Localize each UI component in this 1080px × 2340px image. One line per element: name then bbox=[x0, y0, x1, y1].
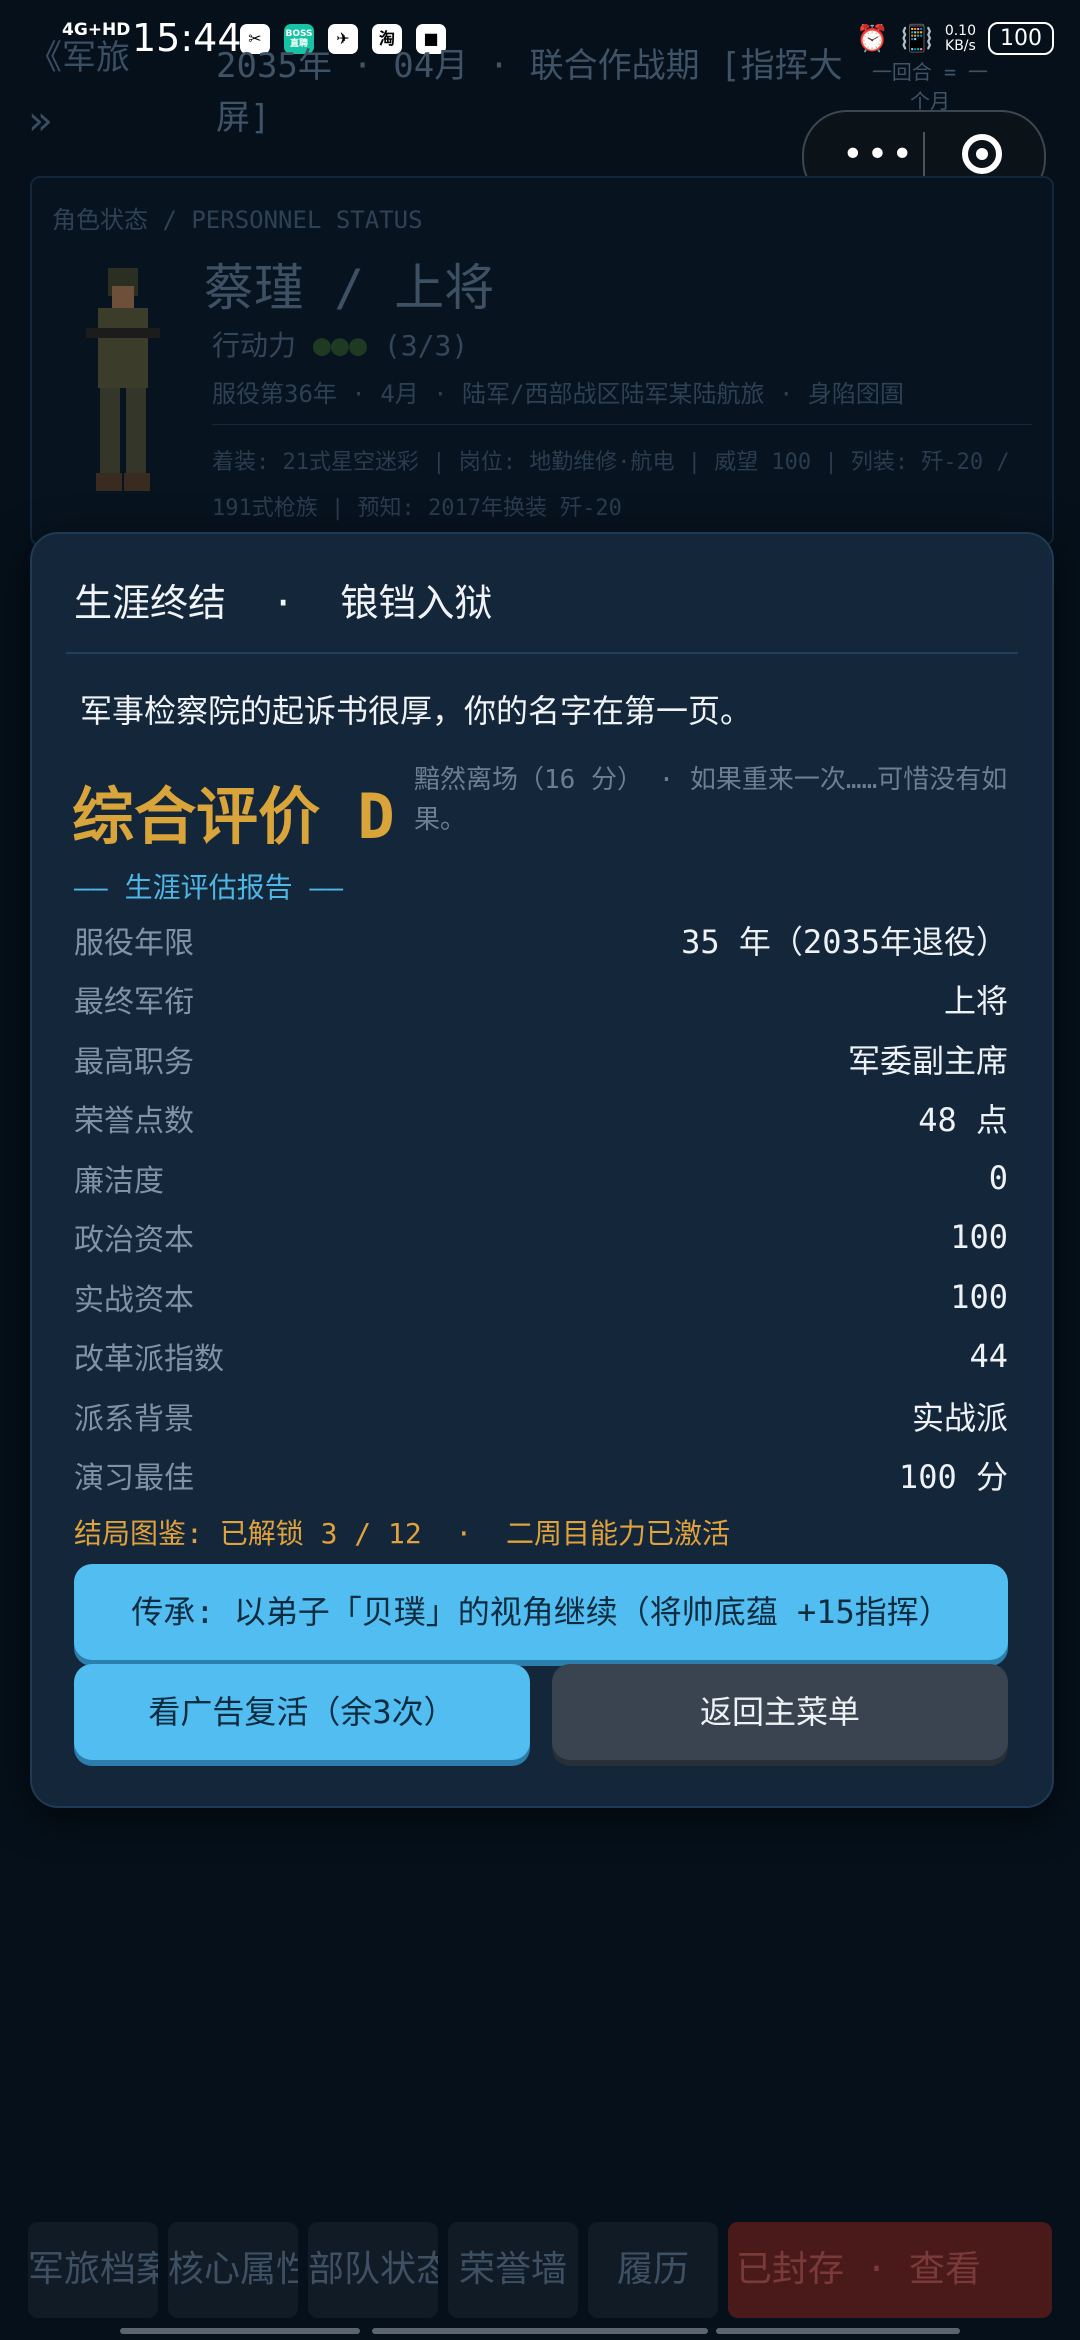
more-icon[interactable]: ••• bbox=[842, 134, 916, 175]
gesture-bar-segment bbox=[120, 2328, 360, 2334]
career-stats-list: 服役年限 35 年（2035年退役） 最终军衔 上将 最高职务 军委副主席 荣誉点数 4… bbox=[74, 910, 1008, 1505]
stat-row: 服役年限 35 年（2035年退役） bbox=[74, 922, 1008, 961]
report-heading: —— 生涯评估报告 —— bbox=[74, 871, 344, 904]
modal-divider bbox=[66, 652, 1018, 654]
bottom-nav: 军旅档案 核心属性 部队状态 荣誉墙 履历 已封存 · 查看 bbox=[28, 2222, 1052, 2318]
tab-resume[interactable]: 履历 bbox=[588, 2222, 718, 2318]
network-speed: 0.10 KB/s bbox=[944, 22, 976, 54]
round-label: 一回合 = 一个月 bbox=[871, 60, 989, 113]
tab-sealed-view[interactable]: 已封存 · 查看 bbox=[728, 2222, 1052, 2318]
stat-row: 最终军衔 上将 bbox=[74, 982, 1008, 1021]
career-end-modal: 生涯终结 · 锒铛入狱 军事检察院的起诉书很厚，你的名字在第一页。 综合评价 D… bbox=[30, 532, 1054, 1808]
overall-grade: 综合评价 D bbox=[72, 780, 395, 853]
divider bbox=[212, 424, 1032, 425]
stat-row: 廉洁度 0 bbox=[74, 1158, 1008, 1199]
ending-codex-status: 结局图鉴: 已解锁 3 / 12 · 二周目能力已激活 bbox=[74, 1517, 731, 1550]
tab-core-attributes[interactable]: 核心属性 bbox=[168, 2222, 298, 2318]
stat-row: 政治资本 100 bbox=[74, 1218, 1008, 1259]
grade-note: 黯然离场（16 分） · 如果重来一次……可惜没有如果。 bbox=[414, 765, 1008, 835]
character-name-rank: 蔡瑾 / 上将 bbox=[204, 259, 495, 317]
personnel-section-title: 角色状态 / PERSONNEL STATUS bbox=[52, 206, 423, 234]
status-right: ⏰ 📳 0.10 KB/s 100 bbox=[856, 22, 1054, 55]
alarm-icon: ⏰ bbox=[856, 23, 889, 54]
equipment-summary: 着装: 21式星空迷彩 | 岗位: 地勤维修·航电 | 威望 100 | 列装:… bbox=[212, 450, 1010, 521]
stat-row: 改革派指数 44 bbox=[74, 1337, 1008, 1378]
expand-chevron-icon[interactable]: » bbox=[28, 98, 52, 144]
inherit-disciple-button[interactable]: 传承: 以弟子「贝璞」的视角继续（将帅底蕴 +15指挥） bbox=[74, 1564, 1008, 1660]
tab-unit-status[interactable]: 部队状态 bbox=[308, 2222, 438, 2318]
action-points: 行动力 ●●● (3/3) bbox=[212, 328, 469, 363]
battery-indicator: 100 bbox=[988, 22, 1054, 55]
action-dots-icon: ●●● bbox=[312, 328, 368, 363]
service-summary: 服役第36年 · 4月 · 陆军/西部战区陆军某陆航旅 · 身陷囹圄 bbox=[212, 380, 904, 408]
capsule-divider bbox=[923, 132, 925, 182]
soldier-avatar bbox=[86, 268, 160, 491]
game-logo-text: 《军旅 bbox=[28, 38, 130, 78]
gesture-bar-segment bbox=[372, 2328, 708, 2334]
stat-row: 演习最佳 100 分 bbox=[74, 1458, 1008, 1497]
modal-title: 生涯终结 · 锒铛入狱 bbox=[74, 581, 493, 625]
personnel-status-card: 角色状态 / PERSONNEL STATUS 蔡瑾 / 上将 行动力 ●●● … bbox=[30, 176, 1054, 546]
vibrate-icon: 📳 bbox=[900, 23, 933, 54]
tab-honor-wall[interactable]: 荣誉墙 bbox=[448, 2222, 578, 2318]
return-main-menu-button[interactable]: 返回主菜单 bbox=[552, 1664, 1008, 1760]
ending-quote: 军事检察院的起诉书很厚，你的名字在第一页。 bbox=[80, 692, 753, 730]
gesture-bar-segment bbox=[716, 2328, 960, 2334]
stat-row: 派系背景 实战派 bbox=[74, 1398, 1008, 1437]
game-header-title: 2035年 · 04月 · 联合作战期 [指挥大屏] bbox=[216, 46, 843, 138]
watch-ad-revive-button[interactable]: 看广告复活（余3次） bbox=[74, 1664, 530, 1760]
stat-row: 荣誉点数 48 点 bbox=[74, 1101, 1008, 1140]
close-target-icon[interactable] bbox=[962, 134, 1002, 174]
tab-military-file[interactable]: 军旅档案 bbox=[28, 2222, 158, 2318]
stat-row: 最高职务 军委副主席 bbox=[74, 1041, 1008, 1080]
stat-row: 实战资本 100 bbox=[74, 1277, 1008, 1318]
